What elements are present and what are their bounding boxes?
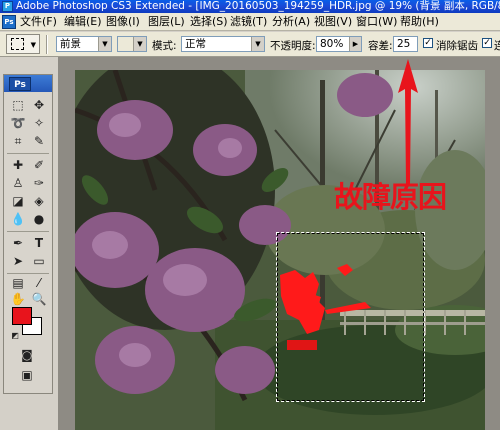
chevron-down-icon: ▼ — [133, 37, 146, 51]
default-colors-icon[interactable]: ◩ — [6, 327, 24, 344]
quick-mask-icon[interactable]: ◙ — [18, 347, 36, 364]
marquee-selection[interactable] — [276, 232, 425, 402]
photoshop-logo: Ps — [9, 77, 31, 91]
marquee-icon — [11, 38, 24, 50]
move-tool-icon[interactable]: ✥ — [30, 97, 48, 114]
blur-tool-icon[interactable]: 💧 — [9, 211, 27, 228]
annotation-text: 故障原因 — [334, 180, 447, 214]
chevron-down-icon: ▼ — [98, 37, 111, 51]
divider — [46, 35, 48, 54]
menu-image[interactable]: 图像(I) — [106, 15, 140, 29]
pen-tool-icon[interactable]: ✒ — [9, 235, 27, 252]
screen-mode-icon[interactable]: ▣ — [18, 367, 36, 384]
shape-tool-icon[interactable]: ▭ — [30, 253, 48, 270]
path-selection-tool-icon[interactable]: ➤ — [9, 253, 27, 270]
slider-arrow-icon[interactable]: ▶ — [349, 37, 361, 51]
antialias-checkbox[interactable]: ✓ — [423, 38, 433, 48]
document-icon[interactable]: Ps — [2, 15, 16, 29]
divider — [7, 153, 49, 154]
photoshop-app-icon: P — [2, 1, 13, 12]
menu-filter[interactable]: 滤镜(T) — [230, 15, 267, 29]
mode-label: 模式: — [152, 40, 177, 52]
annotation-arrow — [398, 59, 418, 185]
eraser-tool-icon[interactable]: ◪ — [9, 193, 27, 210]
healing-brush-tool-icon[interactable]: ✚ — [9, 157, 27, 174]
divider — [7, 273, 49, 274]
menu-bar: Ps 文件(F) 编辑(E) 图像(I) 图层(L) 选择(S) 滤镜(T) 分… — [0, 13, 500, 31]
window-title: Adobe Photoshop CS3 Extended - [IMG_2016… — [16, 0, 500, 12]
magic-wand-tool-icon[interactable]: ✧ — [30, 115, 48, 132]
zoom-tool-icon[interactable]: 🔍 — [30, 291, 48, 308]
slice-tool-icon[interactable]: ✎ — [30, 133, 48, 150]
options-bar: ▼ 前景 ▼ ▼ 模式: 正常 ▼ 不透明度: 80% ▶ 容差: 25 ✓ 消… — [0, 32, 500, 57]
menu-window[interactable]: 窗口(W) — [356, 15, 397, 29]
clone-stamp-tool-icon[interactable]: ♙ — [9, 175, 27, 192]
marquee-tool-icon[interactable]: ⬚ — [9, 97, 27, 114]
foreground-color-swatch[interactable] — [12, 307, 32, 325]
notes-tool-icon[interactable]: ▤ — [9, 275, 27, 292]
title-bar: P Adobe Photoshop CS3 Extended - [IMG_20… — [0, 0, 500, 13]
menu-view[interactable]: 视图(V) — [314, 15, 352, 29]
sample-source-value: 前景 — [60, 38, 81, 50]
tools-panel: Ps ⬚ ✥ ➰ ✧ ⌗ ✎ ✚ ✐ ♙ ✑ ◪ ◈ 💧 ● ✒ T ➤ ▭ ▤… — [3, 74, 53, 394]
tool-preset-picker[interactable]: ▼ — [6, 34, 40, 54]
lasso-tool-icon[interactable]: ➰ — [9, 115, 27, 132]
menu-help[interactable]: 帮助(H) — [400, 15, 439, 29]
hand-tool-icon[interactable]: ✋ — [9, 291, 27, 308]
contiguous-checkbox[interactable]: ✓ — [482, 38, 492, 48]
paint-bucket-tool-icon[interactable]: ◈ — [30, 193, 48, 210]
mode-value: 正常 — [185, 38, 206, 50]
opacity-input[interactable]: 80% ▶ — [316, 36, 362, 52]
tolerance-value: 25 — [397, 38, 411, 50]
tolerance-input[interactable]: 25 — [393, 36, 418, 52]
menu-edit[interactable]: 编辑(E) — [64, 15, 102, 29]
antialias-label: 消除锯齿 — [436, 40, 478, 52]
image-canvas[interactable] — [75, 70, 485, 430]
opacity-label: 不透明度: — [270, 40, 316, 52]
menu-layer[interactable]: 图层(L) — [148, 15, 185, 29]
mode-select[interactable]: 正常 ▼ — [181, 36, 265, 52]
chevron-down-icon: ▼ — [30, 41, 36, 49]
history-brush-tool-icon[interactable]: ✑ — [30, 175, 48, 192]
menu-select[interactable]: 选择(S) — [190, 15, 228, 29]
chevron-down-icon: ▼ — [251, 37, 264, 51]
eyedropper-tool-icon[interactable]: ⁄ — [30, 275, 48, 292]
menu-analysis[interactable]: 分析(A) — [272, 15, 310, 29]
tolerance-label: 容差: — [368, 40, 393, 52]
menu-file[interactable]: 文件(F) — [20, 15, 57, 29]
dodge-tool-icon[interactable]: ● — [30, 211, 48, 228]
brush-tool-icon[interactable]: ✐ — [30, 157, 48, 174]
type-tool-icon[interactable]: T — [30, 235, 48, 252]
sample-source-select[interactable]: 前景 ▼ — [56, 36, 112, 52]
contiguous-label: 连 — [494, 40, 500, 52]
pattern-picker[interactable]: ▼ — [117, 36, 147, 52]
opacity-value: 80% — [320, 38, 344, 50]
divider — [7, 231, 49, 232]
crop-tool-icon[interactable]: ⌗ — [9, 133, 27, 150]
